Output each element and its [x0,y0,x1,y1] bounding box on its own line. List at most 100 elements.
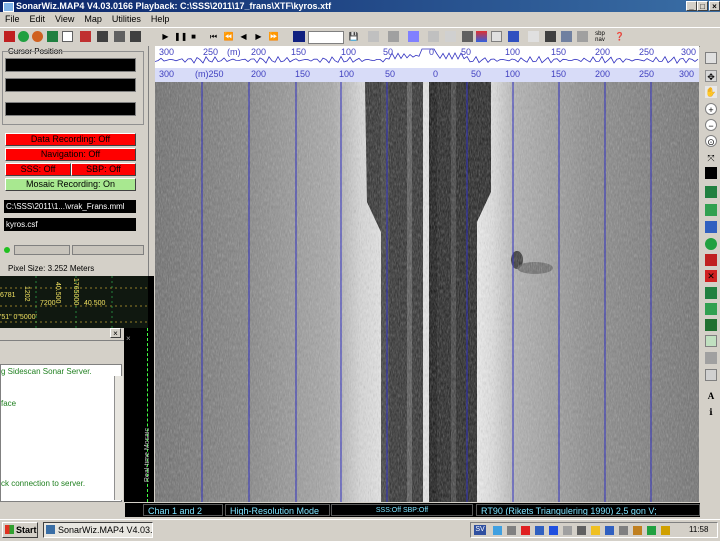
pause-icon[interactable]: ❚❚ [174,31,187,42]
settings-icon[interactable] [428,31,439,42]
play-icon[interactable]: ▶ [160,31,171,42]
mosaic-path-field[interactable]: C:\SSS\2011\1...\vrak_Frans.mml [4,200,136,213]
tray-bluetooth-icon[interactable] [549,526,558,535]
fit-extent-icon[interactable]: ⤧ [705,152,717,164]
menu-view[interactable]: View [50,12,79,26]
track-icon[interactable] [705,186,717,198]
down-arrow-icon[interactable] [705,167,717,179]
skip-start-icon[interactable]: ⏮ [208,31,219,42]
stop-icon[interactable]: ■ [188,31,199,42]
menu-utilities[interactable]: Utilities [107,12,146,26]
menu-edit[interactable]: Edit [25,12,51,26]
minimize-button[interactable]: _ [686,1,697,11]
zoom-in-icon[interactable]: + [705,103,717,115]
rewind-icon[interactable]: ⏪ [223,31,234,42]
window-icon[interactable] [491,31,502,42]
layer-green-icon[interactable] [705,303,717,315]
record-marker-icon[interactable] [705,254,717,266]
app-icon [3,2,14,12]
menu-map[interactable]: Map [79,12,107,26]
menu-file[interactable]: File [0,12,25,26]
zoom-window-icon[interactable]: ⊙ [705,135,717,147]
help-icon[interactable]: ❓ [614,31,625,42]
globe-icon[interactable] [18,31,29,42]
playback-speed-slider[interactable] [308,31,344,44]
step-forward-icon[interactable]: ▶ [253,31,264,42]
tray-wifi-icon[interactable] [605,526,614,535]
window-layer-icon[interactable] [705,369,717,381]
sbp-nav-button[interactable]: sbp nav [592,31,608,43]
mini-map[interactable]: 6781 1202 1765000 7200 40.500 '51" 0"500… [0,276,148,328]
document-icon[interactable] [62,31,73,42]
maximize-button[interactable]: □ [697,1,708,11]
mosaic-icon[interactable] [705,319,717,331]
mosaic-recording-status[interactable]: Mosaic Recording: On [5,178,136,191]
contour-icon[interactable] [705,287,717,299]
close-button[interactable]: × [709,1,720,11]
log-text-area[interactable]: g Sidescan Sonar Server. face ck connect… [0,364,122,502]
tray-battery-icon[interactable] [633,526,642,535]
satellite-icon[interactable] [545,31,556,42]
chart-layer-icon[interactable] [705,335,717,347]
globe-overlay-icon[interactable] [705,238,717,250]
layers-icon[interactable] [80,31,91,42]
color-swatch-icon[interactable] [293,31,305,42]
navigation-status[interactable]: Navigation: Off [5,148,136,161]
log-scrollbar[interactable] [114,376,123,500]
monitor-icon[interactable] [445,31,456,42]
range-tick-top: 200 [595,47,611,57]
grid-icon[interactable] [47,31,58,42]
fast-forward-icon[interactable]: ⏩ [268,31,279,42]
ruler-icon[interactable] [528,31,539,42]
range-tick-top: 100 [505,47,521,57]
tray-antivirus-icon[interactable] [521,526,530,535]
hand-icon[interactable]: ✋ [705,86,717,98]
tray-monitor-icon[interactable] [577,526,586,535]
tray-usb-icon[interactable] [563,526,572,535]
mosaic-sidebar-close-icon[interactable]: × [126,334,131,343]
log-titlebar: × [0,328,124,341]
tools-icon[interactable] [388,31,399,42]
crosshair-icon[interactable] [97,31,108,42]
move-icon[interactable]: ✥ [705,70,717,82]
delete-icon[interactable]: ✕ [705,270,717,282]
zoom-box-icon[interactable] [114,31,125,42]
palette-icon[interactable] [476,31,487,42]
log-close-button[interactable]: × [110,328,121,338]
step-back-icon[interactable]: ◀ [238,31,249,42]
camera-icon[interactable] [577,31,588,42]
language-indicator[interactable]: SV [474,525,486,535]
tray-update-icon[interactable] [647,526,656,535]
csf-file-field[interactable]: kyros.csf [4,218,136,231]
waveform-icon[interactable] [508,31,519,42]
target-add-icon[interactable] [705,204,717,216]
menu-help[interactable]: Help [146,12,175,26]
layers-panel-icon[interactable] [705,52,717,64]
sss-status[interactable]: SSS: Off [5,163,71,176]
start-button[interactable]: Start [2,522,38,538]
save-icon[interactable]: 💾 [348,31,359,42]
export-icon[interactable] [368,31,379,42]
zoom-out-icon[interactable]: − [705,119,717,131]
tray-network-icon[interactable] [535,526,544,535]
target-icon[interactable] [32,31,43,42]
taskbar-item-sonarwiz[interactable]: SonarWiz.MAP4 V4.03... [43,522,153,538]
chart-icon[interactable] [408,31,419,42]
tray-power-icon[interactable] [661,526,670,535]
sbp-status[interactable]: SBP: Off [71,163,136,176]
grid-overlay-icon[interactable] [705,221,717,233]
sidescan-sonar-image[interactable] [155,82,699,502]
tray-security-icon[interactable] [591,526,600,535]
printer-icon[interactable] [561,31,572,42]
info-icon[interactable]: ℹ [705,406,717,418]
settings-gray-icon[interactable] [705,352,717,364]
tray-printer-icon[interactable] [507,526,516,535]
tray-speaker-icon[interactable] [619,526,628,535]
hatch-icon[interactable] [130,31,141,42]
clock[interactable]: 11:58 [689,525,708,534]
data-recording-status[interactable]: Data Recording: Off [5,133,136,146]
text-annotation-icon[interactable]: A [705,390,717,402]
graph-icon[interactable] [462,31,473,42]
tray-help-icon[interactable] [493,526,502,535]
record-icon[interactable] [4,31,15,42]
